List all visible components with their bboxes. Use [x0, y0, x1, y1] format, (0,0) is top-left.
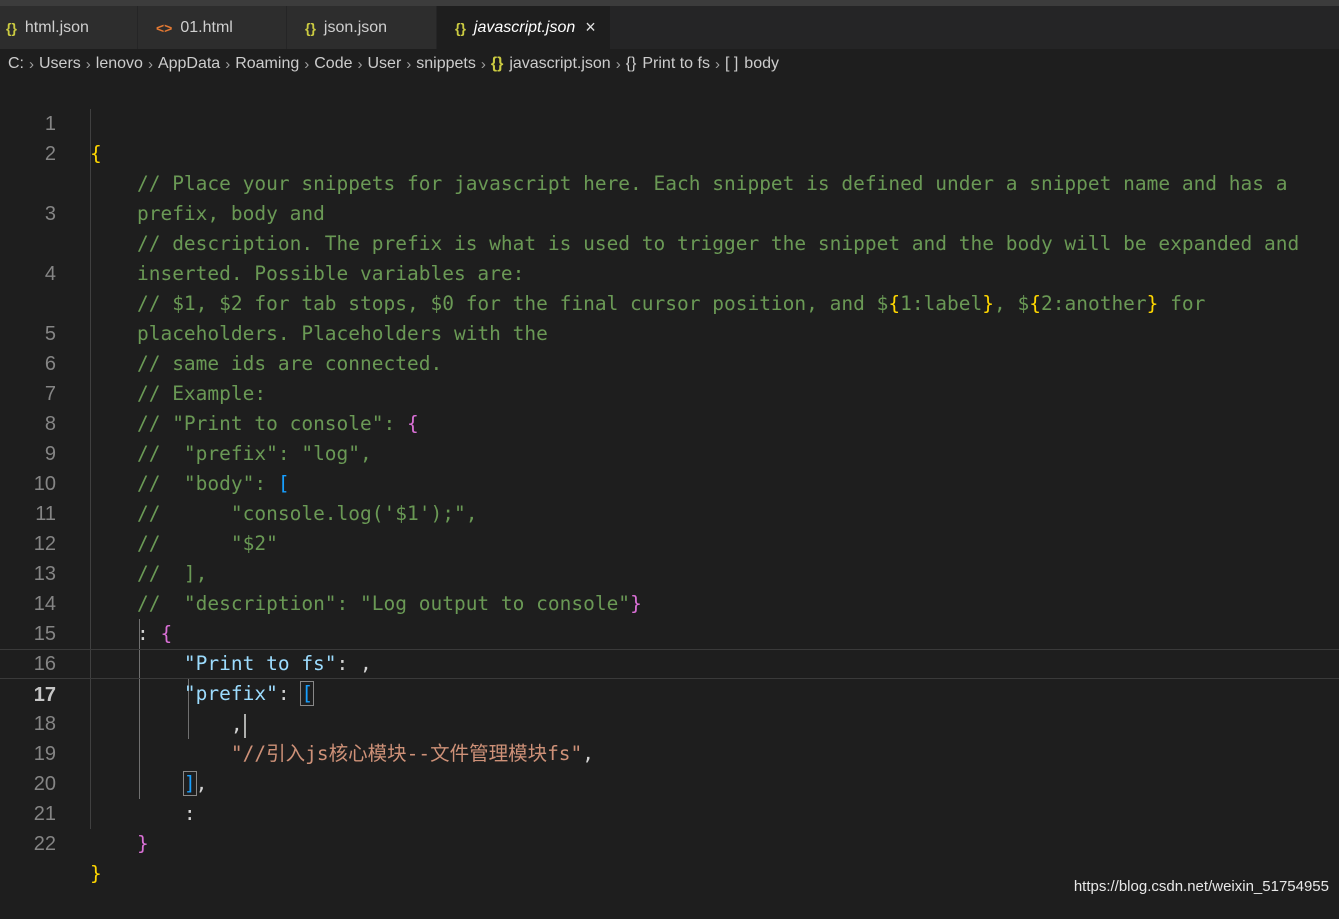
- code-line: 20 :: [0, 739, 1339, 825]
- code-line: 3 // description. The prefix is what is …: [0, 169, 1339, 255]
- breadcrumb-item[interactable]: C:: [8, 55, 24, 73]
- code-line: 11 // "$2": [0, 469, 1339, 555]
- code-line: 9 // "body": [: [0, 409, 1339, 495]
- code-line: 15 "Print to fs": ,: [0, 589, 1339, 675]
- chevron-right-icon: ›: [480, 55, 486, 73]
- code-line: 12 // ],: [0, 499, 1339, 585]
- tab-label: html.json: [24, 18, 89, 36]
- chevron-right-icon: ›: [85, 55, 91, 73]
- breadcrumb-item[interactable]: snippets: [416, 55, 476, 73]
- chevron-right-icon: ›: [147, 55, 153, 73]
- breadcrumb-item[interactable]: Roaming: [235, 55, 299, 73]
- json-braces-icon: {}: [490, 55, 504, 72]
- chevron-right-icon: ›: [225, 55, 231, 73]
- close-icon[interactable]: ×: [585, 17, 596, 38]
- code-line: 7 // "Print to console": {: [0, 349, 1339, 435]
- breadcrumb-item[interactable]: Users: [39, 55, 81, 73]
- tab-01-html[interactable]: <> 01.html: [138, 6, 287, 49]
- editor-tab-bar: {} html.json <> 01.html {} json.json {} …: [0, 6, 1339, 49]
- code-line: 1 {: [0, 79, 1339, 165]
- code-line: 6 // Example:: [0, 319, 1339, 405]
- code-line: 8 // "prefix": "log",: [0, 379, 1339, 465]
- breadcrumb-object[interactable]: Print to fs: [642, 55, 710, 73]
- code-line: 16 "prefix": [: [0, 619, 1339, 706]
- json-braces-icon: {}: [6, 19, 17, 36]
- tab-html-json[interactable]: {} html.json: [0, 6, 138, 49]
- code-line: 22 }: [0, 799, 1339, 885]
- code-line-wrapped: placeholders. Placeholders with the: [0, 259, 1339, 345]
- code-line-wrapped: inserted. Possible variables are:: [0, 199, 1339, 285]
- code-line-wrapped: prefix, body and: [0, 139, 1339, 225]
- code-line: 4 // $1, $2 for tab stops, $0 for the fi…: [0, 229, 1339, 315]
- code-line: 19 ],: [0, 709, 1339, 796]
- json-braces-icon: {}: [455, 19, 466, 36]
- code-editor[interactable]: 1 { 2 // Place your snippets for javascr…: [0, 79, 1339, 905]
- breadcrumb: C: › Users › lenovo › AppData › Roaming › Cod…: [0, 49, 1339, 79]
- breadcrumb-item[interactable]: lenovo: [96, 55, 143, 73]
- code-line: 5 // same ids are connected.: [0, 289, 1339, 375]
- tab-label: javascript.json: [473, 18, 576, 36]
- chevron-right-icon: ›: [29, 55, 34, 73]
- code-line: 2 // Place your snippets for javascript …: [0, 109, 1339, 195]
- current-code-line: 17 ,: [0, 649, 1339, 738]
- chevron-right-icon: ›: [357, 55, 363, 73]
- breadcrumb-file[interactable]: javascript.json: [509, 55, 610, 73]
- chevron-right-icon: ›: [615, 55, 621, 73]
- json-braces-icon: {}: [305, 19, 316, 36]
- html-code-icon: <>: [156, 19, 173, 36]
- tab-label: json.json: [323, 18, 388, 36]
- code-line: 13 // "description": "Log output to cons…: [0, 529, 1339, 615]
- breadcrumb-array[interactable]: body: [744, 55, 779, 73]
- code-line: 21 }: [0, 769, 1339, 855]
- object-braces-icon: {}: [625, 55, 637, 72]
- code-line: 18 "//引入js核心模块--文件管理模块fs",: [0, 679, 1339, 765]
- breadcrumb-item[interactable]: AppData: [158, 55, 220, 73]
- array-brackets-icon: [ ]: [724, 55, 739, 72]
- code-line: 10 // "console.log('$1');",: [0, 439, 1339, 525]
- chevron-right-icon: ›: [714, 55, 720, 73]
- code-text[interactable]: }: [90, 859, 102, 889]
- chevron-right-icon: ›: [406, 55, 412, 73]
- tab-javascript-json[interactable]: {} javascript.json ×: [437, 6, 611, 49]
- code-line: 14 : {: [0, 559, 1339, 645]
- breadcrumb-item[interactable]: User: [367, 55, 401, 73]
- line-number: 22: [33, 833, 56, 855]
- watermark: https://blog.csdn.net/weixin_51754955: [1073, 878, 1329, 895]
- chevron-right-icon: ›: [304, 55, 310, 73]
- tab-label: 01.html: [180, 18, 233, 36]
- tab-json-json[interactable]: {} json.json: [287, 6, 437, 49]
- breadcrumb-item[interactable]: Code: [314, 55, 352, 73]
- code-text[interactable]: }: [90, 829, 149, 859]
